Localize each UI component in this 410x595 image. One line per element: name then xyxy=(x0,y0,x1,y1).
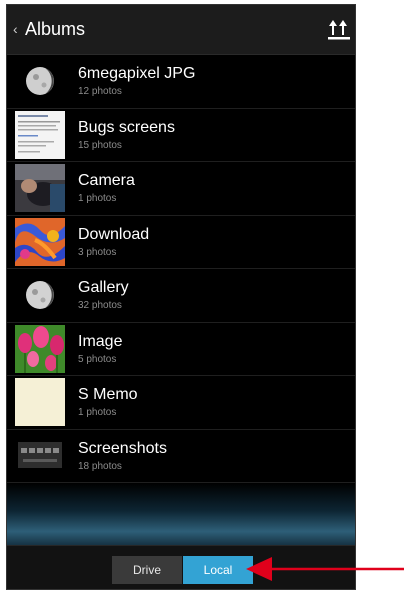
album-name: Image xyxy=(78,332,123,350)
album-row[interactable]: Download 3 photos xyxy=(7,216,355,269)
annotation-arrow-icon xyxy=(246,557,404,581)
moon-thumbnail xyxy=(15,57,65,105)
page-title[interactable]: Albums xyxy=(25,19,85,40)
back-chevron-icon[interactable]: ‹ xyxy=(13,21,18,37)
album-count: 1 photos xyxy=(78,193,117,204)
album-row[interactable]: S Memo 1 photos xyxy=(7,376,355,430)
album-count: 1 photos xyxy=(78,407,117,418)
screenshot-thumbnail xyxy=(15,431,65,480)
album-row[interactable]: Image 5 photos xyxy=(7,323,355,376)
album-name: Download xyxy=(78,225,150,243)
album-count: 18 photos xyxy=(78,460,122,472)
action-bar: ‹ Albums xyxy=(7,5,355,55)
sort-arrows-icon[interactable] xyxy=(327,17,351,41)
album-count: 15 photos xyxy=(78,139,122,151)
album-row[interactable]: Screenshots 18 photos xyxy=(7,430,355,483)
document-thumbnail xyxy=(15,110,65,159)
album-count: 5 photos xyxy=(78,353,117,365)
album-name: Screenshots xyxy=(78,439,167,457)
camera-photo-thumbnail xyxy=(15,164,65,212)
moon-thumbnail xyxy=(15,271,65,319)
album-count: 12 photos xyxy=(78,86,122,97)
album-row[interactable]: 6megapixel JPG 12 photos xyxy=(7,55,355,109)
album-count: 3 photos xyxy=(78,246,117,258)
background-glow xyxy=(7,483,355,545)
album-name: Bugs screens xyxy=(78,118,175,136)
album-row[interactable]: Bugs screens 15 photos xyxy=(7,109,355,162)
album-list: 6megapixel JPG 12 photos Bugs screens 15 xyxy=(7,55,355,483)
album-name: S Memo xyxy=(78,386,138,403)
album-name: Camera xyxy=(78,172,135,189)
album-row[interactable]: Gallery 32 photos xyxy=(7,269,355,323)
album-name: 6megapixel JPG xyxy=(78,65,196,82)
tulips-thumbnail xyxy=(15,324,65,373)
phone-screen: ‹ Albums 6megapixel JPG 12 photos Bugs s… xyxy=(6,4,356,590)
local-button[interactable]: Local xyxy=(183,556,253,584)
drive-button[interactable]: Drive xyxy=(112,556,182,584)
album-row[interactable]: Camera 1 photos xyxy=(7,162,355,216)
album-name: Gallery xyxy=(78,279,129,296)
album-count: 32 photos xyxy=(78,300,122,311)
colorful-thumbnail xyxy=(15,217,65,266)
memo-thumbnail xyxy=(15,378,65,426)
